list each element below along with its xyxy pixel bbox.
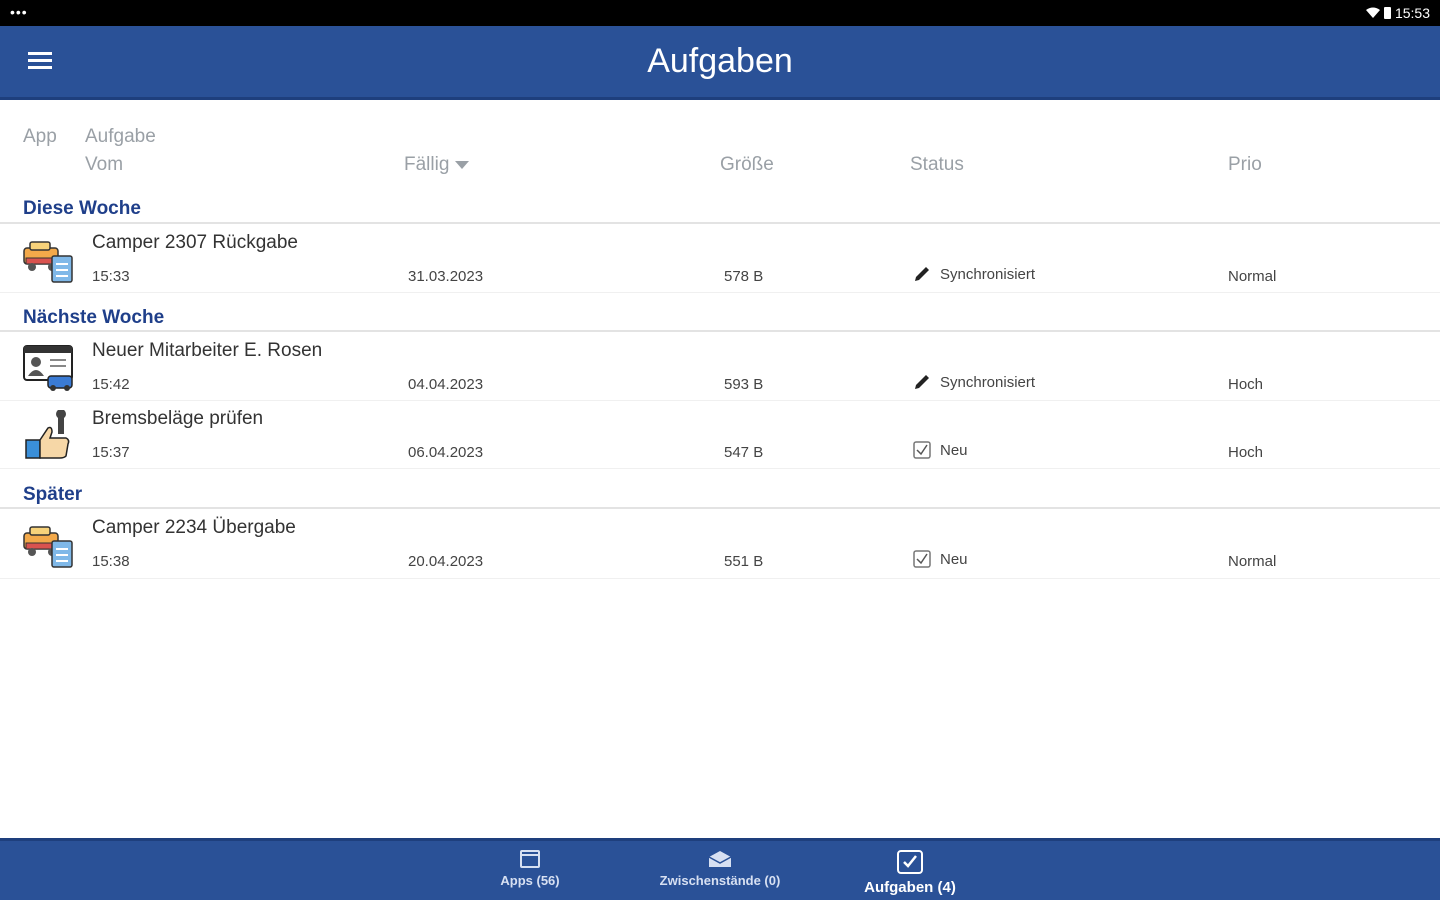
task-priority: Hoch [1228, 376, 1264, 393]
battery-icon [1383, 7, 1391, 19]
nav-apps-label: Apps (56) [500, 873, 560, 888]
bottom-navigation: Apps (56) Zwischenstände (0) Aufgaben (4… [0, 838, 1440, 900]
task-name: Camper 2234 Übergabe [92, 517, 296, 538]
column-header-due[interactable]: Fällig [404, 154, 470, 176]
task-due-date: 20.04.2023 [408, 553, 484, 570]
task-row[interactable]: Bremsbeläge prüfen 15:37 06.04.2023 547 … [0, 402, 1440, 468]
task-time: 15:42 [92, 376, 130, 393]
page-title: Aufgaben [647, 42, 793, 80]
camper-clipboard-icon [23, 526, 73, 568]
task-status-label: Neu [940, 550, 968, 568]
column-header-size: Größe [720, 154, 774, 175]
status-indicator: ••• [10, 4, 28, 20]
status-right: 15:53 [1365, 5, 1430, 21]
checkbox-icon [913, 441, 931, 459]
nav-tasks-label: Aufgaben (4) [864, 879, 956, 896]
pencil-icon [915, 267, 929, 281]
pencil-icon [915, 375, 929, 389]
system-status-bar: ••• 15:53 [0, 0, 1440, 26]
section-title-next-week: Nächste Woche [23, 307, 165, 328]
task-priority: Normal [1228, 553, 1277, 570]
task-status: Neu [912, 440, 968, 460]
task-time: 15:37 [92, 444, 130, 461]
task-due-date: 31.03.2023 [408, 268, 484, 285]
tasks-checkbox-icon [897, 850, 923, 874]
task-due-date: 04.04.2023 [408, 376, 484, 393]
task-status-label: Neu [940, 441, 968, 459]
section-title-this-week: Diese Woche [23, 198, 141, 219]
task-status-label: Synchronisiert [940, 373, 1036, 391]
task-row[interactable]: Neuer Mitarbeiter E. Rosen 15:42 04.04.2… [0, 334, 1440, 400]
section-divider [0, 330, 1440, 332]
task-name: Bremsbeläge prüfen [92, 408, 264, 429]
nav-tasks[interactable]: Aufgaben (4) [830, 849, 990, 896]
wifi-icon [1365, 7, 1380, 18]
nav-apps[interactable]: Apps (56) [450, 849, 610, 888]
camper-clipboard-icon [23, 241, 73, 283]
sort-down-icon [455, 160, 470, 169]
row-divider [0, 578, 1440, 579]
task-name: Neuer Mitarbeiter E. Rosen [92, 340, 323, 361]
task-size: 551 B [724, 553, 764, 570]
task-priority: Normal [1228, 268, 1277, 285]
column-header-from: Vom [85, 154, 124, 175]
task-status: Synchronisiert [912, 372, 1035, 392]
row-divider [0, 468, 1440, 469]
app-bar: Aufgaben [0, 26, 1440, 98]
nav-drafts[interactable]: Zwischenstände (0) [640, 849, 800, 888]
section-divider [0, 507, 1440, 509]
row-divider [0, 292, 1440, 293]
task-size: 578 B [724, 268, 764, 285]
column-header-task: Aufgabe [85, 126, 156, 147]
task-size: 547 B [724, 444, 764, 461]
column-header-due-label: Fällig [404, 154, 450, 175]
task-row[interactable]: Camper 2307 Rückgabe 15:33 31.03.2023 57… [0, 226, 1440, 292]
task-due-date: 06.04.2023 [408, 444, 484, 461]
task-row[interactable]: Camper 2234 Übergabe 15:38 20.04.2023 55… [0, 511, 1440, 577]
column-header-prio: Prio [1228, 154, 1262, 175]
status-time: 15:53 [1394, 5, 1430, 21]
id-card-car-icon [23, 345, 73, 391]
task-size: 593 B [724, 376, 764, 393]
inbox-envelope-icon [708, 851, 732, 867]
nav-drafts-label: Zwischenstände (0) [659, 873, 781, 888]
task-priority: Hoch [1228, 444, 1264, 461]
task-status-label: Synchronisiert [940, 265, 1036, 283]
row-divider [0, 400, 1440, 401]
wrench-thumbs-up-icon [25, 410, 70, 459]
column-header-status: Status [910, 154, 964, 175]
task-name: Camper 2307 Rückgabe [92, 232, 298, 253]
task-status: Neu [912, 549, 968, 569]
task-status: Synchronisiert [912, 264, 1035, 284]
apps-window-icon [520, 850, 540, 868]
section-title-later: Später [23, 484, 83, 505]
section-divider [0, 222, 1440, 224]
checkbox-icon [913, 550, 931, 568]
task-time: 15:38 [92, 553, 130, 570]
app-bar-divider [0, 97, 1440, 100]
task-time: 15:33 [92, 268, 130, 285]
column-header-app: App [23, 126, 57, 147]
